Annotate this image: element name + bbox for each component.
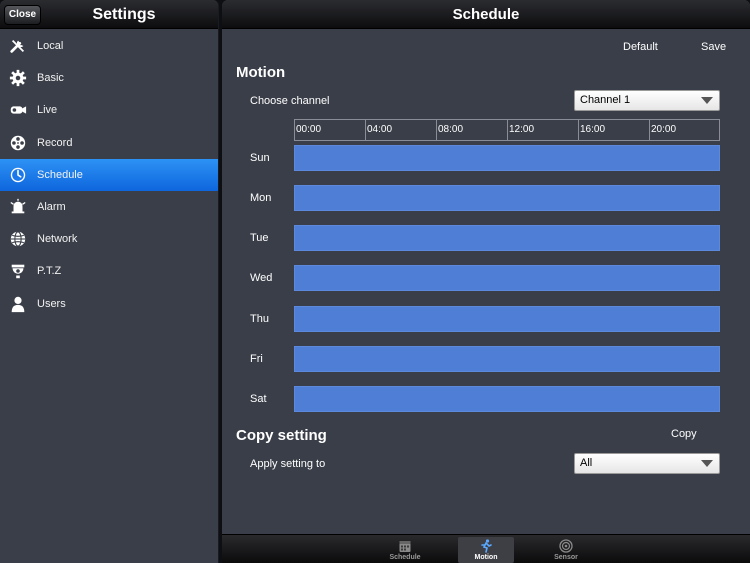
- chevron-down-icon: [701, 460, 713, 467]
- choose-channel-label: Choose channel: [250, 95, 330, 107]
- apply-setting-label: Apply setting to: [250, 458, 326, 470]
- menu-item-label: Record: [37, 136, 73, 149]
- schedule-row-sun: Sun: [222, 145, 750, 171]
- menu-item-label: Live: [37, 104, 58, 117]
- menu-item-users[interactable]: Users: [0, 288, 218, 320]
- channel-select-value: Channel 1: [580, 94, 631, 106]
- tab-label: Schedule: [389, 554, 421, 561]
- bottom-tab-bar: Schedule Motion Sensor: [222, 534, 750, 563]
- globe-icon: [8, 229, 28, 249]
- settings-menu: Local Basic Live Record Schedule Alarm N…: [0, 30, 218, 320]
- default-button[interactable]: Default: [623, 41, 658, 53]
- tab-label: Motion: [474, 554, 498, 561]
- menu-item-label: Network: [37, 233, 78, 246]
- schedule-bar[interactable]: [294, 265, 720, 291]
- time-tick: 16:00: [578, 120, 605, 140]
- menu-item-network[interactable]: Network: [0, 223, 218, 255]
- time-tick: 00:00: [294, 120, 321, 140]
- settings-nav-bar: Settings Close: [0, 0, 218, 29]
- clock-icon: [8, 165, 28, 185]
- menu-item-ptz[interactable]: P.T.Z: [0, 255, 218, 287]
- day-label: Wed: [250, 272, 273, 284]
- tab-schedule[interactable]: Schedule: [377, 537, 433, 563]
- menu-item-label: Alarm: [37, 201, 66, 214]
- tab-sensor[interactable]: Sensor: [538, 537, 594, 563]
- film-reel-icon: [8, 133, 28, 153]
- tab-motion[interactable]: Motion: [458, 537, 514, 563]
- schedule-row-tue: Tue: [222, 225, 750, 251]
- day-label: Thu: [250, 313, 269, 325]
- schedule-title: Schedule: [452, 6, 520, 23]
- time-tick: 08:00: [436, 120, 463, 140]
- day-label: Tue: [250, 232, 269, 244]
- tools-icon: [8, 36, 28, 56]
- menu-item-schedule[interactable]: Schedule: [0, 158, 218, 191]
- schedule-bar[interactable]: [294, 306, 720, 332]
- sensor-icon: [559, 539, 573, 553]
- settings-panel: Settings Close Local Basic Live Record S…: [0, 0, 219, 563]
- day-label: Fri: [250, 353, 263, 365]
- schedule-bar[interactable]: [294, 346, 720, 372]
- menu-item-basic[interactable]: Basic: [0, 62, 218, 94]
- menu-item-label: Users: [37, 297, 66, 310]
- menu-item-live[interactable]: Live: [0, 94, 218, 126]
- tab-label: Sensor: [554, 554, 578, 561]
- menu-item-label: P.T.Z: [37, 265, 62, 278]
- menu-item-label: Schedule: [37, 168, 83, 181]
- close-button[interactable]: Close: [4, 5, 41, 25]
- menu-item-record[interactable]: Record: [0, 127, 218, 159]
- day-label: Sun: [250, 152, 270, 164]
- alarm-bell-icon: [8, 197, 28, 217]
- schedule-row-thu: Thu: [222, 306, 750, 332]
- time-tick: 12:00: [507, 120, 534, 140]
- apply-setting-value: All: [580, 457, 593, 469]
- menu-item-label: Local: [37, 40, 64, 53]
- motion-section-title: Motion: [236, 64, 286, 81]
- day-label: Sat: [250, 393, 267, 405]
- schedule-bar[interactable]: [294, 225, 720, 251]
- apply-setting-select[interactable]: All: [574, 453, 720, 474]
- save-button[interactable]: Save: [701, 41, 726, 53]
- time-tick: 04:00: [365, 120, 392, 140]
- schedule-bar[interactable]: [294, 145, 720, 171]
- dome-camera-icon: [8, 261, 28, 281]
- time-ruler: 00:00 04:00 08:00 12:00 16:00 20:00: [294, 119, 720, 141]
- menu-item-local[interactable]: Local: [0, 30, 218, 62]
- calendar-icon: [399, 541, 411, 552]
- user-icon: [8, 294, 28, 314]
- gear-icon: [8, 68, 28, 88]
- menu-item-alarm[interactable]: Alarm: [0, 191, 218, 223]
- running-person-icon: [481, 539, 492, 553]
- schedule-panel: Schedule Default Save Motion Choose chan…: [222, 0, 750, 563]
- schedule-row-wed: Wed: [222, 265, 750, 291]
- day-label: Mon: [250, 192, 272, 204]
- schedule-row-sat: Sat: [222, 386, 750, 412]
- copy-setting-title: Copy setting: [236, 427, 327, 444]
- schedule-bar[interactable]: [294, 386, 720, 412]
- channel-select[interactable]: Channel 1: [574, 90, 720, 111]
- menu-item-label: Basic: [37, 72, 64, 85]
- schedule-row-mon: Mon: [222, 185, 750, 211]
- copy-button[interactable]: Copy: [671, 428, 697, 440]
- chevron-down-icon: [701, 97, 713, 104]
- time-tick: 20:00: [649, 120, 676, 140]
- schedule-row-fri: Fri: [222, 346, 750, 372]
- camera-icon: [8, 100, 28, 120]
- schedule-nav-bar: Schedule: [222, 0, 750, 29]
- schedule-bar[interactable]: [294, 185, 720, 211]
